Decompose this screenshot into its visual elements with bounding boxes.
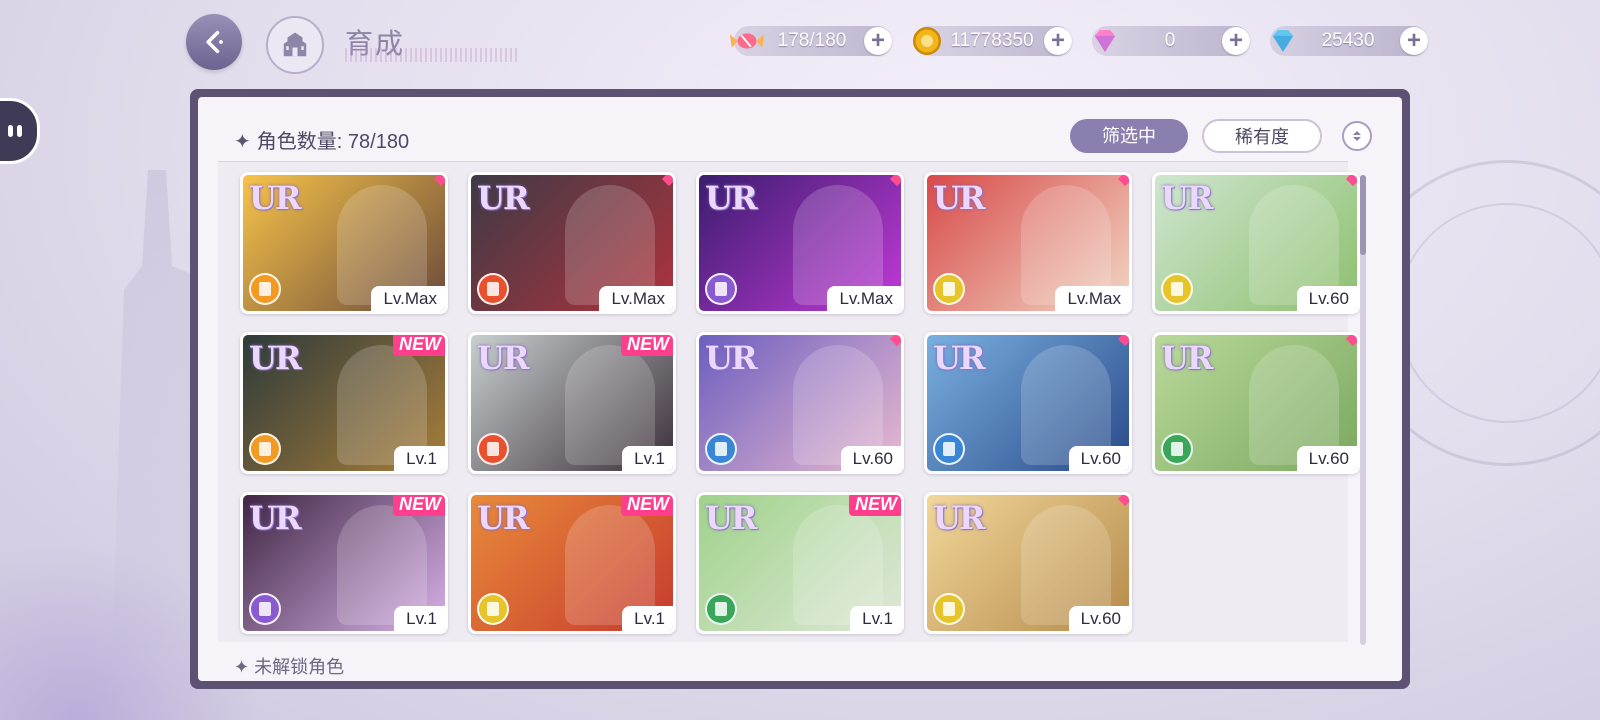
element-icon: [933, 593, 965, 625]
rarity-badge: UR: [933, 339, 985, 377]
rarity-badge: UR: [933, 499, 985, 537]
currency-gold: 11778350 +: [912, 26, 1072, 56]
blue-diamond-icon: [1264, 22, 1302, 60]
locked-characters-heading: ✦ 未解锁角色: [234, 653, 344, 679]
back-button[interactable]: [186, 14, 242, 70]
character-card[interactable]: UR Lv.1 NEW: [468, 332, 676, 474]
rarity-badge: UR: [705, 339, 757, 377]
rarity-sort-button[interactable]: 稀有度: [1202, 119, 1322, 153]
character-card[interactable]: UR Lv.1 NEW: [240, 332, 448, 474]
element-icon: [249, 273, 281, 305]
filter-button[interactable]: 筛选中: [1070, 119, 1188, 153]
level-label: Lv.1: [394, 446, 445, 471]
level-label: Lv.1: [394, 606, 445, 631]
level-label: Lv.Max: [371, 286, 445, 311]
character-card[interactable]: UR Lv.Max: [240, 172, 448, 314]
element-icon: [705, 433, 737, 465]
character-count-label: 角色数量:: [256, 131, 343, 153]
add-candy-button[interactable]: +: [864, 27, 892, 55]
level-label: Lv.60: [1068, 606, 1129, 631]
new-badge: NEW: [621, 495, 673, 516]
pause-bar-icon: [8, 125, 13, 137]
title-decoration: [345, 48, 517, 62]
rarity-badge: UR: [477, 499, 529, 537]
rarity-badge: UR: [1161, 179, 1213, 217]
character-card[interactable]: UR Lv.Max: [468, 172, 676, 314]
castle-home-icon: [283, 32, 307, 57]
level-label: Lv.Max: [827, 286, 901, 311]
currency-blue-diamond: 25430 +: [1270, 26, 1428, 56]
add-pink-diamond-button[interactable]: +: [1222, 27, 1250, 55]
rarity-badge: UR: [249, 499, 301, 537]
character-card[interactable]: UR Lv.Max: [924, 172, 1132, 314]
candy-icon: [728, 22, 766, 60]
sparkle-icon: ✦: [234, 131, 251, 153]
sort-order-button[interactable]: [1342, 121, 1372, 151]
rarity-badge: UR: [249, 339, 301, 377]
character-card[interactable]: UR Lv.60: [1152, 172, 1360, 314]
character-card[interactable]: UR Lv.60: [696, 332, 904, 474]
level-label: Lv.60: [1296, 446, 1357, 471]
level-label: Lv.60: [1068, 446, 1129, 471]
sparkle-icon: ✦: [234, 657, 250, 677]
rarity-badge: UR: [933, 179, 985, 217]
element-icon: [249, 593, 281, 625]
grid-scrollbar[interactable]: [1360, 175, 1366, 645]
character-grid: UR Lv.Max UR Lv.Max UR Lv.Max UR Lv.Max UR Lv.60 U…: [218, 161, 1360, 642]
currency-candy: 178/180 +: [729, 26, 892, 56]
rarity-badge: UR: [477, 179, 529, 217]
character-count-value: 78/180: [347, 131, 410, 153]
new-badge: NEW: [849, 495, 901, 516]
add-gold-button[interactable]: +: [1044, 27, 1072, 55]
chat-bubble-button[interactable]: [0, 98, 40, 164]
new-badge: NEW: [621, 335, 673, 356]
pause-bar-icon: [17, 125, 22, 137]
level-label: Lv.Max: [599, 286, 673, 311]
element-icon: [705, 273, 737, 305]
rarity-badge: UR: [1161, 339, 1213, 377]
add-blue-diamond-button[interactable]: +: [1400, 27, 1428, 55]
back-arrow-icon: [206, 30, 223, 54]
gold-coin-icon: [908, 22, 946, 60]
rarity-badge: UR: [249, 179, 301, 217]
level-label: Lv.60: [1296, 286, 1357, 311]
character-card[interactable]: UR Lv.60: [924, 332, 1132, 474]
level-label: Lv.1: [622, 446, 673, 471]
pink-diamond-icon: [1086, 22, 1124, 60]
element-icon: [249, 433, 281, 465]
rarity-badge: UR: [705, 499, 757, 537]
character-panel-inner: ✦ 角色数量: 78/180 筛选中 稀有度 UR Lv.Max UR Lv.Max UR…: [198, 97, 1402, 681]
new-badge: NEW: [393, 335, 445, 356]
currency-pink-diamond: 0 +: [1092, 26, 1250, 56]
character-card[interactable]: UR Lv.60: [924, 492, 1132, 634]
grid-scroll-thumb[interactable]: [1360, 175, 1366, 255]
element-icon: [705, 593, 737, 625]
character-card[interactable]: UR Lv.60: [1152, 332, 1360, 474]
level-label: Lv.60: [840, 446, 901, 471]
character-panel: ✦ 角色数量: 78/180 筛选中 稀有度 UR Lv.Max UR Lv.Max UR…: [190, 89, 1410, 689]
level-label: Lv.1: [622, 606, 673, 631]
character-card[interactable]: UR Lv.1 NEW: [468, 492, 676, 634]
sort-arrows-icon: [1353, 131, 1361, 141]
element-icon: [1161, 273, 1193, 305]
element-icon: [933, 273, 965, 305]
element-icon: [933, 433, 965, 465]
rarity-badge: UR: [477, 339, 529, 377]
rarity-badge: UR: [705, 179, 757, 217]
new-badge: NEW: [393, 495, 445, 516]
element-icon: [1161, 433, 1193, 465]
element-icon: [477, 593, 509, 625]
character-count: ✦ 角色数量: 78/180: [234, 125, 409, 154]
level-label: Lv.1: [850, 606, 901, 631]
element-icon: [477, 273, 509, 305]
level-label: Lv.Max: [1055, 286, 1129, 311]
element-icon: [477, 433, 509, 465]
character-card[interactable]: UR Lv.Max: [696, 172, 904, 314]
character-card[interactable]: UR Lv.1 NEW: [696, 492, 904, 634]
character-card[interactable]: UR Lv.1 NEW: [240, 492, 448, 634]
locked-characters-label: 未解锁角色: [254, 657, 345, 677]
home-button[interactable]: [266, 16, 324, 74]
